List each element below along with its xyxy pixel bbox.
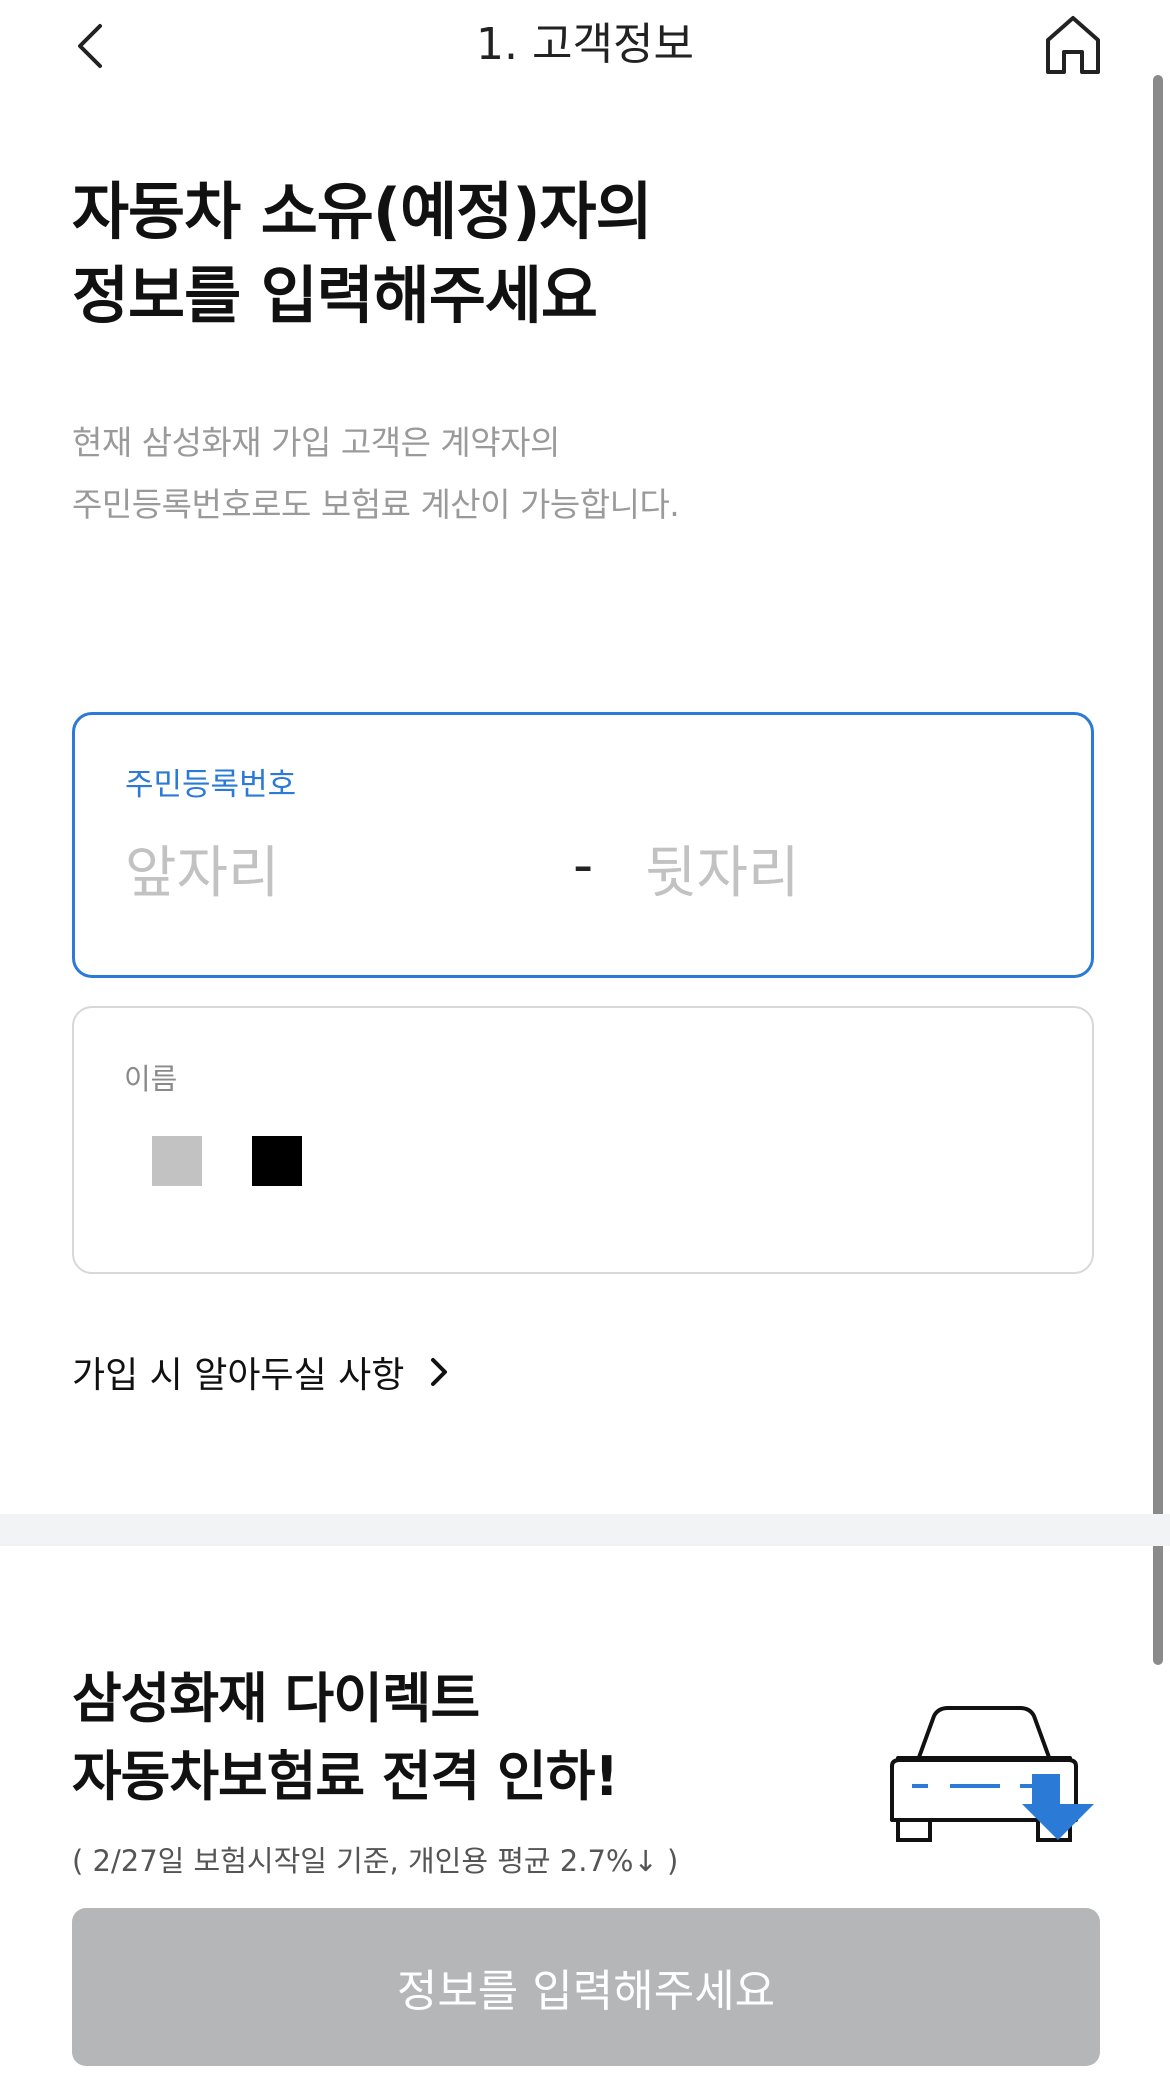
rrn-label: 주민등록번호 (125, 767, 297, 803)
chevron-right-icon (431, 1358, 448, 1386)
promo-title: 삼성화재 다이렉트 자동차보험료 전격 인하! (72, 1660, 619, 1816)
rrn-back-input[interactable] (645, 833, 1045, 913)
promo-title-line-2: 자동차보험료 전격 인하! (72, 1745, 619, 1808)
promo-note-container: ( 2/27일 보험시작일 기준, 개인용 평균 2.7%↓ ) (72, 1838, 972, 1880)
section-divider (0, 1514, 1170, 1546)
home-icon[interactable] (1040, 12, 1106, 78)
promo-title-line-1: 삼성화재 다이렉트 (72, 1667, 480, 1730)
headline-line-2: 정보를 입력해주세요 (72, 258, 598, 332)
name-label: 이름 (124, 1062, 178, 1096)
submit-button[interactable]: 정보를 입력해주세요 (72, 1908, 1100, 2066)
page-title: 1. 고객정보 (476, 19, 694, 70)
name-masked-char-light (152, 1136, 202, 1186)
description-line-2: 주민등록번호로도 보험료 계산이 가능합니다. (72, 485, 680, 524)
headline-line-1: 자동차 소유(예정)자의 (72, 175, 653, 248)
rrn-field[interactable]: 주민등록번호 - (72, 712, 1094, 978)
notice-link[interactable]: 가입 시 알아두실 사항 (72, 1346, 452, 1398)
car-price-down-icon (884, 1700, 1094, 1850)
scrollbar[interactable] (1153, 75, 1163, 1665)
rrn-front-input[interactable] (125, 833, 505, 913)
promo-note: ( 2/27일 보험시작일 기준, 개인용 평균 2.7%↓ ) (72, 1844, 679, 1878)
form-headline: 자동차 소유(예정)자의 정보를 입력해주세요 (72, 170, 653, 337)
rrn-separator: - (573, 833, 594, 898)
form-description: 현재 삼성화재 가입 고객은 계약자의 주민등록번호로도 보험료 계산이 가능합… (72, 412, 680, 536)
name-masked-char-dark (252, 1136, 302, 1186)
name-field[interactable]: 이름 (72, 1006, 1094, 1274)
notice-link-label: 가입 시 알아두실 사항 (72, 1355, 405, 1396)
description-line-1: 현재 삼성화재 가입 고객은 계약자의 (72, 423, 560, 462)
